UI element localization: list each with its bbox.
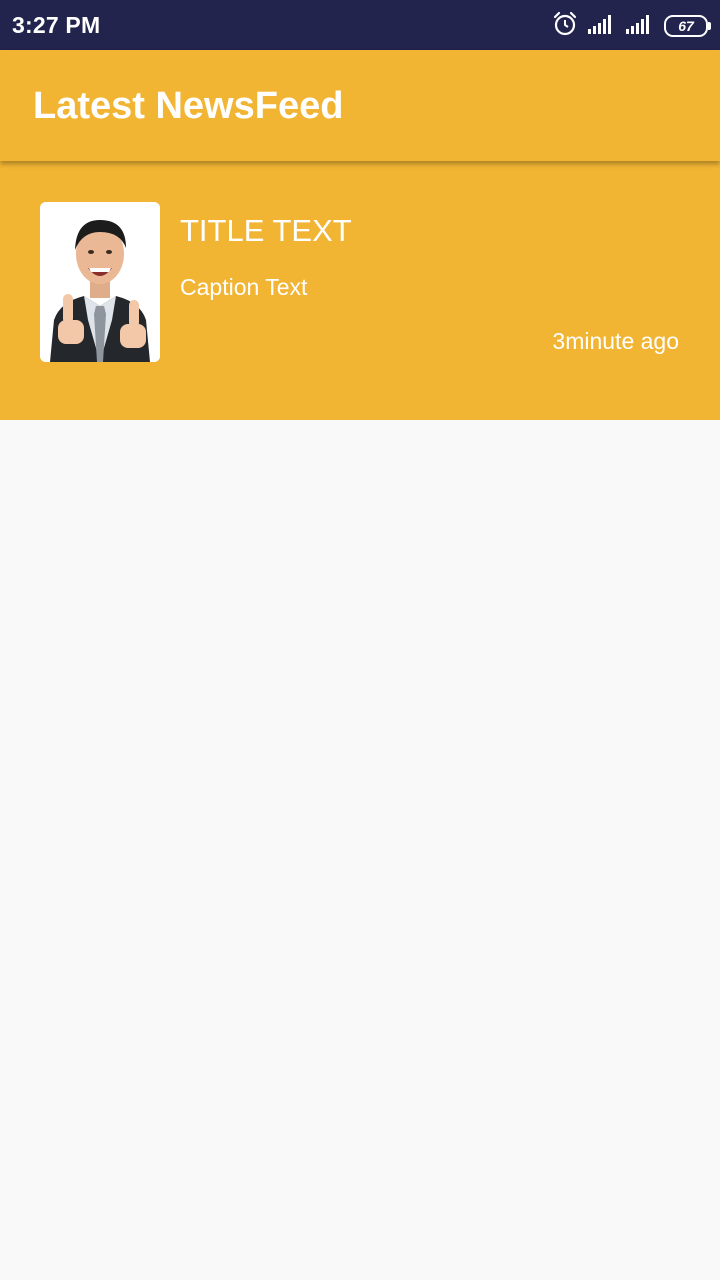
page-title: Latest NewsFeed [33,85,344,127]
news-thumbnail[interactable] [40,202,160,362]
news-feed-item[interactable]: TITLE TEXT Caption Text 3minute ago [0,161,720,420]
signal-icon [588,13,616,40]
alarm-icon [552,11,578,42]
app-bar: Latest NewsFeed [0,50,720,161]
news-timestamp: 3minute ago [552,328,679,354]
status-icons: 67 [552,11,711,42]
signal-icon [626,13,654,40]
status-bar: 3:27 PM 67 [0,0,720,50]
battery-level: 67 [678,18,694,34]
news-caption: Caption Text [180,274,308,300]
battery-icon: 67 [664,15,711,37]
status-time: 3:27 PM [12,12,101,38]
news-title: TITLE TEXT [180,213,352,248]
